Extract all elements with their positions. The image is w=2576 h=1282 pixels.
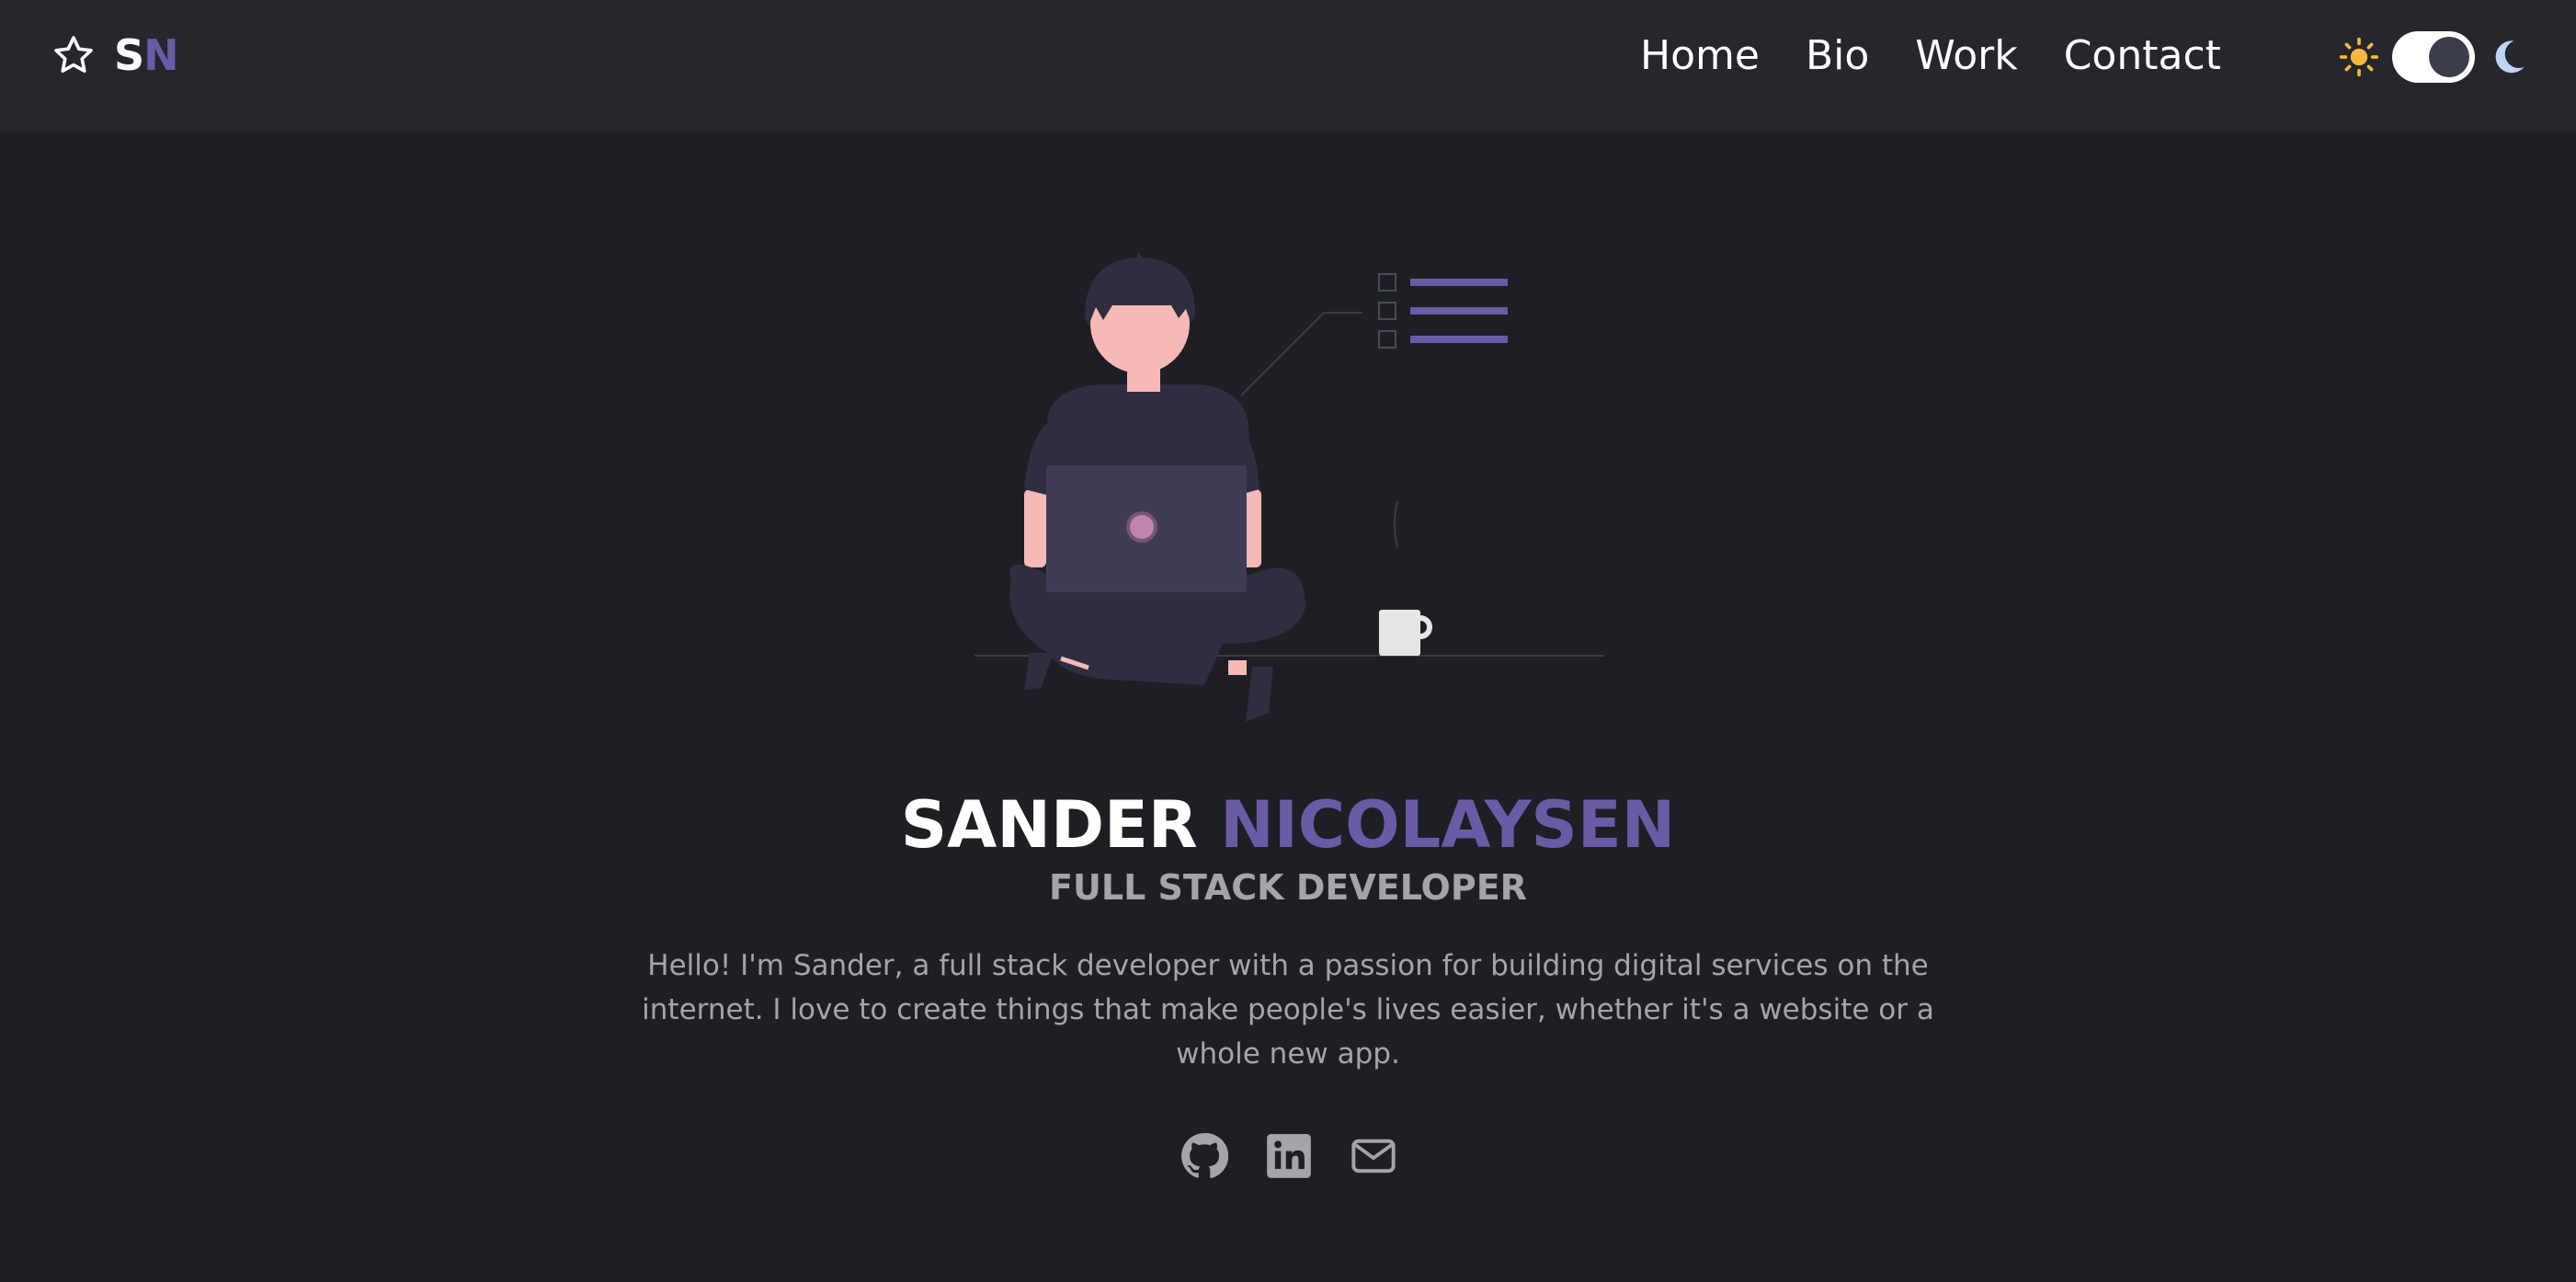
brand-text: SN (114, 30, 179, 80)
social-links (1180, 1129, 1397, 1183)
linkedin-icon (1267, 1134, 1311, 1178)
person-figure (1009, 252, 1305, 722)
email-link[interactable] (1350, 1132, 1397, 1180)
nav-contact[interactable]: Contact (2064, 32, 2221, 79)
brand-initial-second: N (143, 30, 178, 80)
theme-switch-knob (2429, 37, 2469, 77)
linkedin-link[interactable] (1265, 1132, 1313, 1180)
hero-first-name: SANDER (900, 787, 1198, 863)
theme-toggle (2339, 29, 2528, 85)
brand-initial-first: S (114, 30, 144, 80)
moon-icon (2488, 37, 2528, 77)
main-nav: Home Bio Work Contact (1640, 24, 2221, 86)
navbar: SN Home Bio Work Contact (0, 0, 2576, 132)
mail-icon (1351, 1139, 1396, 1173)
github-link[interactable] (1180, 1132, 1228, 1180)
github-icon (1181, 1133, 1228, 1179)
hero-role: FULL STACK DEVELOPER (1049, 867, 1527, 908)
hero-bio: Hello! I'm Sander, a full stack develope… (642, 949, 1934, 1070)
brand-logo[interactable]: SN (51, 30, 179, 80)
star-icon (54, 36, 93, 73)
theme-switch[interactable] (2392, 31, 2475, 83)
hero-name: SANDER NICOLAYSEN (0, 784, 2576, 866)
nav-work[interactable]: Work (1915, 32, 2017, 79)
checklist-icon (1378, 273, 1508, 349)
sun-icon (2339, 37, 2379, 77)
developer-illustration (975, 252, 1604, 722)
coffee-mug-icon (1379, 500, 1432, 656)
nav-bio[interactable]: Bio (1806, 32, 1869, 79)
hero-last-name: NICOLAYSEN (1220, 787, 1676, 863)
nav-home[interactable]: Home (1640, 32, 1760, 79)
